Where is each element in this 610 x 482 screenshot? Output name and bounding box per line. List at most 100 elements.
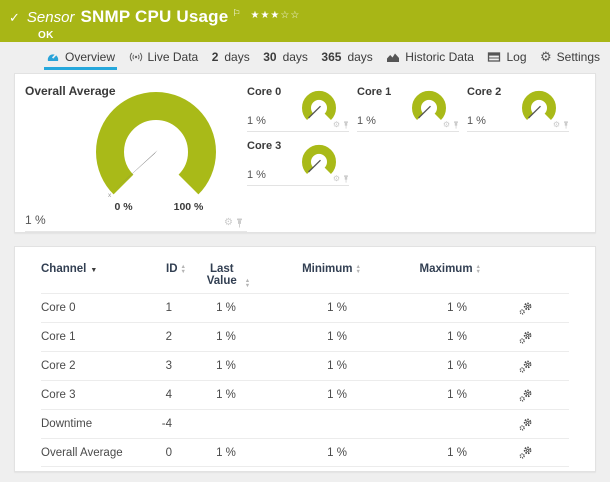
column-header-id[interactable]: ID ▲ ▼ [141, 263, 186, 275]
column-header-channel[interactable]: Channel ▼ [41, 263, 141, 275]
pin-icon[interactable] [236, 218, 243, 228]
table-row: Overall Average 0 1 % 1 % 1 % [41, 438, 569, 467]
gauge-value: 1 % [357, 115, 376, 127]
gauge-scale-max: 100 % [174, 201, 204, 213]
tab-live-data[interactable]: Live Data [127, 42, 201, 70]
last-value: 1 % [216, 302, 236, 314]
channel-settings-icon[interactable] [519, 446, 532, 459]
channel-name: Core 2 [41, 360, 76, 372]
overall-average-gauge-cell[interactable]: Overall Average x 0 % 100 % 1 % ⚙ [25, 82, 247, 232]
pin-icon[interactable] [343, 175, 349, 183]
tab-overview-label: Overview [65, 50, 116, 64]
sort-icon: ▲ ▼ [475, 264, 481, 275]
last-value: 1 % [216, 360, 236, 372]
gear-icon[interactable]: ⚙ [224, 218, 233, 228]
channel-id: 2 [165, 331, 172, 343]
core2-gauge-cell[interactable]: Core 2 1 % ⚙ [467, 84, 569, 132]
maximum-value: 1 % [447, 302, 467, 314]
channel-id: -4 [161, 418, 172, 430]
tab-overview[interactable]: Overview [44, 42, 118, 70]
gear-icon[interactable]: ⚙ [553, 121, 560, 129]
core3-gauge-cell[interactable]: Core 3 1 % ⚙ [247, 138, 349, 186]
pin-icon[interactable] [343, 121, 349, 129]
gauge-title: Core 1 [357, 86, 392, 98]
channel-name: Core 3 [41, 389, 76, 401]
gauge-value: 1 % [247, 169, 266, 181]
core-gauges-grid: Core 0 1 % ⚙ Core 1 1 % ⚙ Core 2 1 % ⚙ C… [247, 82, 583, 232]
tab-historic-data[interactable]: Historic Data [384, 42, 476, 70]
gauge-needle-marker: x [108, 192, 112, 199]
column-header-last-value[interactable]: Last Value ▲ ▼ [186, 263, 266, 289]
minimum-value: 1 % [327, 446, 347, 459]
table-row: Core 0 1 1 % 1 % 1 % [41, 293, 569, 322]
stars-empty[interactable]: ☆☆ [280, 10, 300, 21]
prtg-sensor-page: { "colors": { "header_green": "#a8b616",… [0, 0, 610, 482]
channel-id: 0 [165, 446, 172, 459]
tab-2-days-number: 2 [211, 50, 219, 64]
table-header-row: Channel ▼ ID ▲ ▼ Last Value ▲ ▼ Minimum ▲ ▼ Max… [41, 247, 569, 293]
maximum-value: 1 % [447, 331, 467, 343]
gauge-value: 1 % [467, 115, 486, 127]
gear-icon[interactable]: ⚙ [443, 121, 450, 129]
core1-gauge-cell[interactable]: Core 1 1 % ⚙ [357, 84, 459, 132]
column-header-maximum[interactable]: Maximum ▲ ▼ [361, 263, 482, 275]
channel-id: 4 [165, 389, 172, 401]
gauge-value: 1 % [25, 213, 46, 227]
channel-id: 3 [165, 360, 172, 372]
status-badge: OK [38, 30, 54, 41]
channels-table-panel: Channel ▼ ID ▲ ▼ Last Value ▲ ▼ Minimum ▲ ▼ Max… [14, 246, 596, 472]
tab-settings[interactable]: ⚙ Settings [538, 42, 602, 70]
sort-icon: ▲ ▼ [180, 264, 186, 275]
tab-365-days-number: 365 [321, 50, 342, 64]
object-kind-label: Sensor [26, 9, 75, 26]
minimum-value: 1 % [327, 331, 347, 343]
sort-icon: ▲ ▼ [244, 278, 251, 289]
pin-icon[interactable] [563, 121, 569, 129]
maximum-value: 1 % [447, 360, 467, 372]
tab-log[interactable]: Log [485, 42, 528, 70]
tab-365-days-unit: days [347, 50, 373, 64]
gauge-value: 1 % [247, 115, 266, 127]
channel-settings-icon[interactable] [519, 418, 532, 431]
pin-icon[interactable] [453, 121, 459, 129]
gauge-icon [46, 50, 60, 64]
table-row: Core 2 3 1 % 1 % 1 % [41, 351, 569, 380]
table-row: Core 3 4 1 % 1 % 1 % [41, 380, 569, 409]
last-value: 1 % [216, 446, 236, 459]
overview-panel: Overall Average x 0 % 100 % 1 % ⚙ Core 0 [14, 73, 596, 233]
log-table-icon [487, 50, 501, 64]
sort-desc-icon: ▼ [90, 267, 98, 274]
sensor-header: ✓ Sensor SNMP CPU Usage ⚐ ★★★☆☆ OK [0, 0, 610, 42]
channel-settings-icon[interactable] [519, 360, 532, 373]
channel-settings-icon[interactable] [519, 331, 532, 344]
last-value: 1 % [216, 389, 236, 401]
gauge-title: Core 3 [247, 140, 282, 152]
flag-icon[interactable]: ⚐ [232, 8, 240, 19]
tab-log-label: Log [506, 50, 527, 64]
area-chart-icon [386, 50, 400, 64]
channel-name: Core 1 [41, 331, 76, 343]
core0-gauge-cell[interactable]: Core 0 1 % ⚙ [247, 84, 349, 132]
minimum-value: 1 % [327, 389, 347, 401]
priority-rating[interactable]: ★★★☆☆ [251, 10, 301, 21]
tab-2-days[interactable]: 2 days [210, 42, 252, 70]
gear-icon[interactable]: ⚙ [333, 121, 340, 129]
table-row: Core 1 2 1 % 1 % 1 % [41, 322, 569, 351]
stars-filled[interactable]: ★★★ [251, 10, 281, 21]
maximum-value: 1 % [447, 446, 467, 459]
channels-table: Channel ▼ ID ▲ ▼ Last Value ▲ ▼ Minimum ▲ ▼ Max… [41, 247, 569, 467]
gauge-title: Core 0 [247, 86, 282, 98]
column-header-minimum[interactable]: Minimum ▲ ▼ [266, 263, 361, 275]
tab-30-days[interactable]: 30 days [261, 42, 310, 70]
last-value: 1 % [216, 331, 236, 343]
overall-average-gauge[interactable]: x 0 % 100 % [81, 88, 231, 213]
tab-365-days[interactable]: 365 days [319, 42, 374, 70]
channel-settings-icon[interactable] [519, 302, 532, 315]
gear-icon: ⚙ [539, 49, 552, 64]
status-check-icon: ✓ [9, 10, 20, 25]
tab-historic-data-label: Historic Data [405, 50, 474, 64]
channel-settings-icon[interactable] [519, 389, 532, 402]
channel-name: Downtime [41, 418, 93, 430]
gear-icon[interactable]: ⚙ [333, 175, 340, 183]
channel-name: Overall Average [41, 446, 123, 459]
